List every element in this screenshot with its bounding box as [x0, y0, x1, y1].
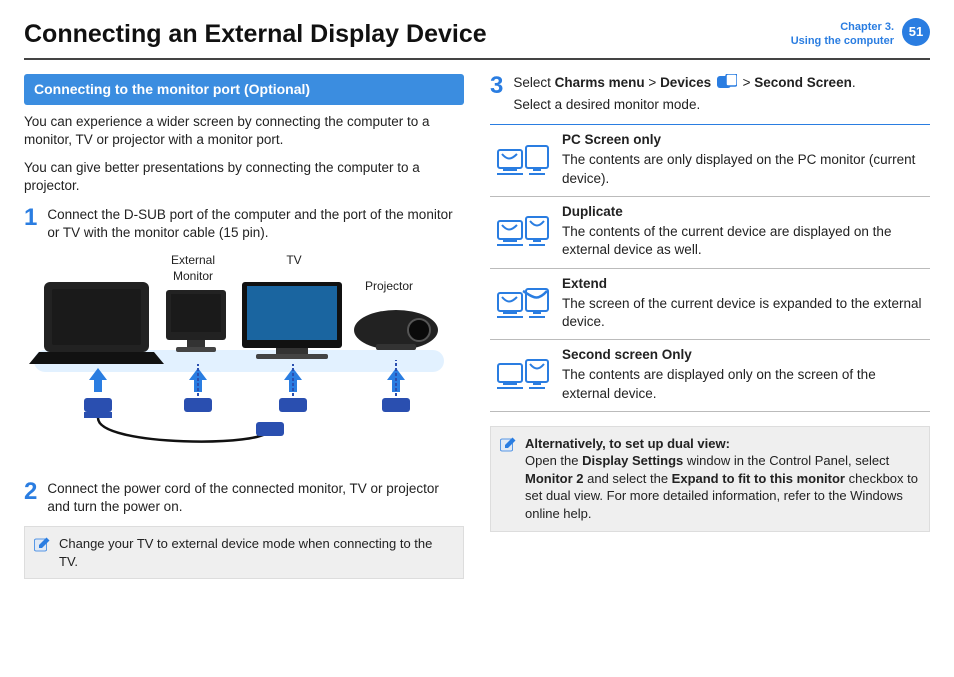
columns: Connecting to the monitor port (Optional… [24, 74, 930, 580]
note-icon [33, 536, 51, 554]
step-1-number: 1 [24, 206, 37, 242]
label-tv: TV [274, 252, 314, 268]
alt-note-paragraph: Open the Display Settings window in the … [525, 452, 919, 522]
label-projector: Projector [359, 278, 419, 294]
mode-desc: The contents of the current device are d… [562, 223, 926, 259]
connection-diagram: External Monitor TV Projector [24, 252, 464, 472]
label-external-monitor: External Monitor [163, 252, 223, 284]
note-dual-view-body: Alternatively, to set up dual view: Open… [525, 435, 919, 523]
page-number-badge: 51 [902, 18, 930, 46]
monitor-mode-table: PC Screen only The contents are only dis… [490, 124, 930, 412]
external-monitor-icon [166, 290, 226, 352]
mode-desc: The contents are displayed only on the s… [562, 366, 926, 402]
step-1: 1 Connect the D-SUB port of the computer… [24, 206, 464, 242]
mode-title: Extend [562, 275, 926, 293]
mode-title: Duplicate [562, 203, 926, 221]
mode-row-pc-only: PC Screen only The contents are only dis… [490, 125, 930, 197]
mode-row-duplicate: Duplicate The contents of the current de… [490, 197, 930, 269]
projector-icon [354, 310, 438, 350]
mode-title: Second screen Only [562, 346, 926, 364]
mode-row-second-only: Second screen Only The contents are disp… [490, 340, 930, 412]
right-column: 3 Select Charms menu > Devices > Second … [490, 74, 930, 580]
step-2: 2 Connect the power cord of the connecte… [24, 480, 464, 516]
chapter-line2: Using the computer [791, 34, 894, 48]
page-header: Connecting an External Display Device Ch… [24, 18, 930, 60]
mode-row-extend: Extend The screen of the current device … [490, 269, 930, 341]
step-2-text: Connect the power cord of the connected … [47, 480, 464, 516]
step-3-line2: Select a desired monitor mode. [513, 96, 930, 114]
intro-paragraph-2: You can give better presentations by con… [24, 159, 464, 195]
step-3: 3 Select Charms menu > Devices > Second … [490, 74, 930, 114]
intro-paragraph-1: You can experience a wider screen by con… [24, 113, 464, 149]
mode-desc: The contents are only displayed on the P… [562, 151, 926, 187]
step-1-text: Connect the D-SUB port of the computer a… [47, 206, 464, 242]
mode-desc: The screen of the current device is expa… [562, 295, 926, 331]
mode-title: PC Screen only [562, 131, 926, 149]
mode-icon-duplicate [494, 203, 552, 260]
step-3-number: 3 [490, 74, 503, 114]
chapter-line1: Chapter 3. [791, 20, 894, 34]
note-icon [499, 436, 517, 454]
mode-icon-pc-only [494, 131, 552, 188]
note-dual-view: Alternatively, to set up dual view: Open… [490, 426, 930, 532]
chapter-label: Chapter 3. Using the computer [791, 18, 894, 49]
step-3-body: Select Charms menu > Devices > Second Sc… [513, 74, 930, 114]
laptop-icon [29, 282, 164, 364]
note-tv-mode: Change your TV to external device mode w… [24, 526, 464, 579]
note-tv-text: Change your TV to external device mode w… [59, 535, 453, 570]
devices-charm-icon [717, 74, 737, 90]
mode-icon-extend [494, 275, 552, 332]
alt-note-lead: Alternatively, to set up dual view: [525, 435, 919, 453]
section-heading: Connecting to the monitor port (Optional… [24, 74, 464, 105]
page-title: Connecting an External Display Device [24, 18, 791, 52]
step-2-number: 2 [24, 480, 37, 516]
left-column: Connecting to the monitor port (Optional… [24, 74, 464, 580]
mode-icon-second-only [494, 346, 552, 403]
tv-icon [242, 282, 342, 359]
